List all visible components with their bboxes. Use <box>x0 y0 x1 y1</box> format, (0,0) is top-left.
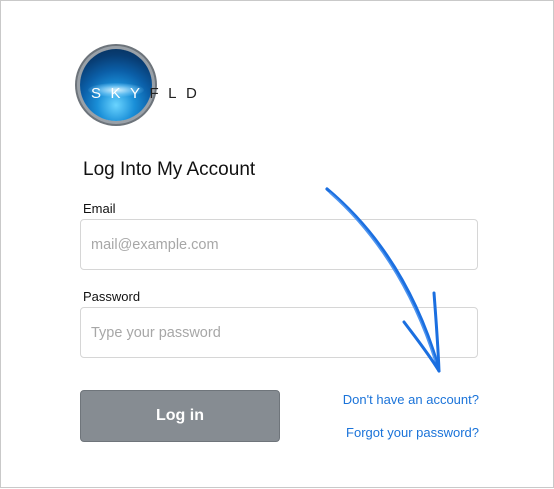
logo-text-fld: FLD <box>149 85 207 102</box>
login-button[interactable]: Log in <box>80 390 280 442</box>
password-field[interactable] <box>80 307 478 358</box>
skyfld-logo: SKYFLD <box>80 49 220 121</box>
email-label: Email <box>83 201 116 216</box>
login-card: SKYFLD Log Into My Account Email Passwor… <box>0 0 554 488</box>
logo-wordmark: SKYFLD <box>91 86 206 102</box>
logo-text-sky: SKY <box>91 85 150 102</box>
forgot-password-link[interactable]: Forgot your password? <box>346 425 479 441</box>
email-field[interactable] <box>80 219 478 270</box>
signup-link[interactable]: Don't have an account? <box>343 392 479 408</box>
password-label: Password <box>83 289 141 304</box>
page-title: Log Into My Account <box>83 159 256 180</box>
